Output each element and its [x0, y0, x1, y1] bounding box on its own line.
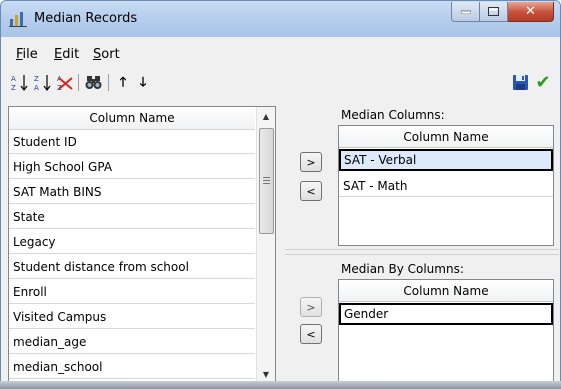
menu-edit-mnemonic: E [54, 47, 63, 62]
list-item[interactable]: SAT Math BINS [9, 180, 255, 204]
remove-median-by-column-button[interactable]: < [300, 324, 322, 344]
sort-a-z-icon[interactable]: A Z [11, 74, 29, 91]
table-row[interactable]: SAT - Verbal [339, 149, 553, 171]
median-by-columns-header[interactable]: Column Name [339, 280, 553, 302]
median-columns-grid[interactable]: Column Name SAT - Verbal SAT - Math [338, 125, 554, 246]
minimize-icon [452, 2, 479, 21]
menu-edit[interactable]: Edit [54, 47, 79, 62]
toolbar-separator [78, 74, 79, 91]
minimize-button[interactable] [451, 2, 480, 22]
window-controls: ✕ [451, 2, 554, 22]
svg-text:Z: Z [11, 84, 16, 91]
taskbar-edge [0, 381, 561, 389]
maximize-icon [480, 2, 507, 21]
add-median-by-column-button[interactable]: > [300, 297, 322, 317]
scrollbar-thumb[interactable] [259, 128, 274, 234]
move-down-icon[interactable]: 🡓 [134, 74, 152, 91]
sort-z-a-icon[interactable]: Z A [34, 74, 52, 91]
binoculars-icon[interactable] [85, 74, 103, 91]
column-name-header[interactable]: Column Name [9, 107, 255, 130]
available-columns-list[interactable]: Column Name Student ID High School GPA S… [8, 106, 276, 384]
menu-file[interactable]: File [16, 47, 38, 62]
list-item[interactable]: High School GPA [9, 155, 255, 179]
median-records-window: Median Records ✕ File Edit Sort A Z Z A … [0, 0, 561, 389]
median-columns-label: Median Columns: [341, 108, 445, 122]
maximize-button[interactable] [480, 2, 508, 22]
close-icon: ✕ [525, 4, 536, 19]
table-row[interactable]: Gender [339, 303, 553, 325]
list-item[interactable]: Student distance from school [9, 255, 255, 279]
toolbar-separator [108, 74, 109, 91]
move-up-icon[interactable]: 🡑 [114, 74, 132, 91]
title-bar[interactable]: Median Records ✕ [1, 1, 560, 37]
svg-text:A: A [11, 75, 16, 83]
horizontal-splitter[interactable] [285, 249, 559, 255]
menu-file-label: ile [22, 47, 38, 62]
table-row[interactable]: SAT - Math [339, 175, 553, 197]
toolbar: A Z Z A A Z 🡑 🡓 [2, 66, 559, 94]
list-item[interactable]: Student ID [9, 130, 255, 154]
close-button[interactable]: ✕ [508, 2, 554, 22]
list-item[interactable]: median_school [9, 355, 255, 379]
window-title: Median Records [34, 11, 138, 26]
add-median-column-button[interactable]: > [300, 152, 322, 172]
clear-sort-icon[interactable]: A Z [56, 74, 74, 91]
median-by-columns-label: Median By Columns: [341, 262, 464, 276]
ok-check-icon[interactable]: ✔ [534, 74, 552, 92]
svg-text:A: A [34, 84, 39, 91]
vertical-splitter[interactable] [281, 106, 285, 382]
scroll-up-icon[interactable]: ▲ [257, 107, 275, 125]
app-chart-icon [9, 12, 27, 27]
menu-sort-label: ort [101, 47, 120, 62]
list-scrollbar[interactable]: ▲ ▼ [256, 107, 275, 383]
remove-median-column-button[interactable]: < [300, 181, 322, 201]
median-columns-header[interactable]: Column Name [339, 126, 553, 148]
save-icon[interactable] [512, 74, 530, 91]
svg-text:Z: Z [34, 75, 39, 83]
menu-edit-label: dit [62, 47, 80, 62]
menu-sort[interactable]: Sort [93, 47, 120, 62]
menu-bar: File Edit Sort [2, 38, 559, 66]
list-item[interactable]: State [9, 205, 255, 229]
list-item[interactable]: Legacy [9, 230, 255, 254]
list-item[interactable]: Enroll [9, 280, 255, 304]
list-item[interactable]: median_age [9, 330, 255, 354]
median-by-columns-grid[interactable]: Column Name Gender [338, 279, 554, 382]
list-item[interactable]: Visited Campus [9, 305, 255, 329]
